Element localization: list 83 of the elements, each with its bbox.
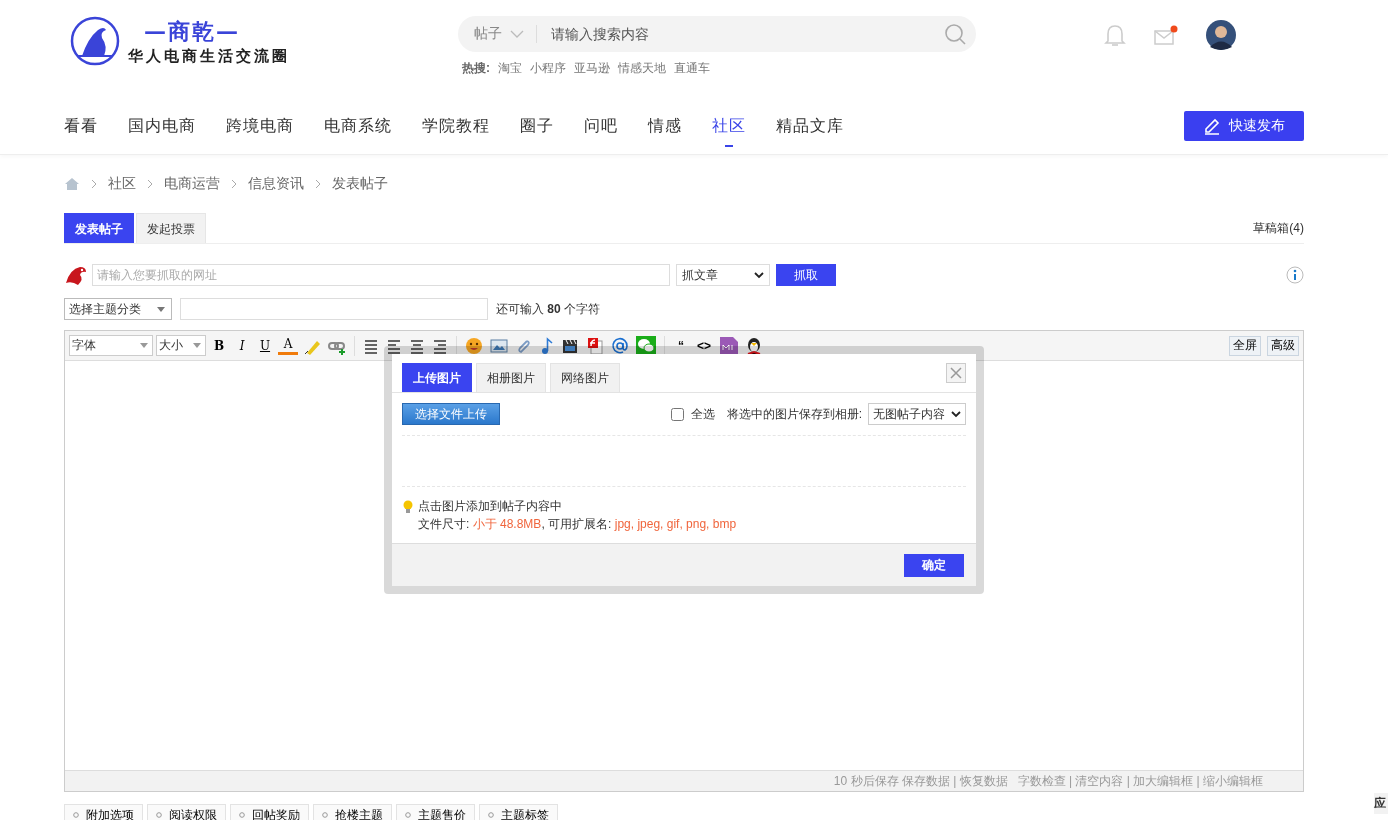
logo-title: —商乾— <box>143 16 241 46</box>
nav-tab[interactable]: 情感 <box>648 107 682 145</box>
home-icon <box>64 177 80 191</box>
pencil-icon <box>1203 117 1221 135</box>
select-all-label[interactable]: 全选 <box>690 405 715 423</box>
chevron-down-icon <box>754 271 764 279</box>
advanced-button[interactable]: 高级 <box>1267 335 1299 356</box>
ring-icon <box>156 812 162 818</box>
caret-icon <box>193 343 201 348</box>
confirm-button[interactable]: 确定 <box>904 553 964 577</box>
side-tab[interactable]: 应 <box>1374 793 1388 814</box>
option-tab[interactable]: 阅读权限 <box>147 804 226 820</box>
close-icon[interactable] <box>946 363 966 383</box>
nav-tab[interactable]: 精品文库 <box>776 107 844 145</box>
nav-tab[interactable]: 跨境电商 <box>226 107 294 145</box>
avatar-icon[interactable] <box>1206 20 1236 50</box>
hot-search-link[interactable]: 小程序 <box>530 60 566 77</box>
option-tab[interactable]: 回帖奖励 <box>230 804 309 820</box>
nav-tab[interactable]: 社区 <box>712 107 746 145</box>
nav-tab[interactable]: 电商系统 <box>324 107 392 145</box>
underline-button[interactable]: U <box>255 335 275 356</box>
ring-icon <box>73 812 79 818</box>
hot-search-link[interactable]: 亚马逊 <box>574 60 610 77</box>
breadcrumb-link[interactable]: 社区 <box>108 175 136 193</box>
save-to-album-label: 将选中的图片保存到相册: <box>726 405 862 423</box>
breadcrumb-link[interactable]: 信息资讯 <box>248 175 304 193</box>
select-all-checkbox[interactable] <box>670 407 684 421</box>
dialog-tab[interactable]: 上传图片 <box>402 363 472 392</box>
ring-icon <box>239 812 245 818</box>
breadcrumb-link[interactable]: 电商运营 <box>164 175 220 193</box>
dialog-tab[interactable]: 相册图片 <box>476 363 546 392</box>
album-select[interactable]: 无图帖子内容 <box>868 403 966 425</box>
hot-search-label: 热搜: <box>462 60 490 77</box>
breadcrumb-link[interactable]: 发表帖子 <box>332 175 388 193</box>
caret-icon <box>140 343 148 348</box>
fullscreen-button[interactable]: 全屏 <box>1229 335 1261 356</box>
hot-search-link[interactable]: 直通车 <box>674 60 710 77</box>
size-select[interactable]: 大小 <box>156 335 206 356</box>
dialog-tab[interactable]: 网络图片 <box>550 363 620 392</box>
hot-search-link[interactable]: 情感天地 <box>618 60 666 77</box>
ring-icon <box>488 812 494 818</box>
editor-status-text: 10 秒后保存 保存数据 | 恢复数据 字数检查 | 清空内容 | 加大编辑框 | 缩小编辑框 <box>833 772 1263 790</box>
title-input-field[interactable] <box>180 298 488 320</box>
option-tab[interactable]: 主题标签 <box>479 804 558 820</box>
text-color-button[interactable]: A <box>278 336 298 355</box>
upload-tip-text: 点击图片添加到帖子内容中 <box>418 498 563 515</box>
quick-publish-button[interactable]: 快速发布 <box>1184 111 1304 141</box>
chevron-down-icon <box>951 410 961 418</box>
mail-icon[interactable] <box>1154 25 1178 45</box>
option-tab[interactable]: 附加选项 <box>64 804 143 820</box>
remaining-characters-text: 还可输入 80 个字符 <box>496 300 601 318</box>
chevron-right-icon <box>315 179 321 189</box>
chevron-down-icon <box>510 29 524 39</box>
info-icon[interactable] <box>1286 266 1304 284</box>
chevron-right-icon <box>91 179 97 189</box>
nav-tab[interactable]: 学院教程 <box>422 107 490 145</box>
caret-icon <box>157 306 165 312</box>
chevron-right-icon <box>147 179 153 189</box>
nav-tab[interactable]: 看看 <box>64 107 98 145</box>
lightbulb-icon <box>402 500 414 514</box>
hot-search-link[interactable]: 淘宝 <box>498 60 522 77</box>
url-input-field[interactable]: 请输入您要抓取的网址 <box>92 264 670 286</box>
nav-tab[interactable]: 问吧 <box>584 107 618 145</box>
category-select[interactable]: 选择主题分类 <box>64 298 172 320</box>
post-type-tab[interactable]: 发起投票 <box>136 213 206 243</box>
nav-tab[interactable]: 圈子 <box>520 107 554 145</box>
ring-icon <box>405 812 411 818</box>
grab-mode-select[interactable]: 抓文章 <box>676 264 770 286</box>
option-tab[interactable]: 抢楼主题 <box>313 804 392 820</box>
code-button[interactable]: <> <box>694 335 714 356</box>
ring-icon <box>322 812 328 818</box>
quote-button[interactable]: “ <box>671 335 691 356</box>
file-size-text: 文件尺寸: 小于 48.8MB, 可用扩展名: jpg, jpeg, gif, png, bmp <box>418 516 737 533</box>
grab-button[interactable]: 抓取 <box>776 264 836 286</box>
logo-subtitle: 华人电商生活交流圈 <box>128 46 290 66</box>
nav-tab[interactable]: 国内电商 <box>128 107 196 145</box>
bold-button[interactable]: B <box>209 335 229 356</box>
font-select[interactable]: 字体 <box>69 335 153 356</box>
chevron-right-icon <box>231 179 237 189</box>
italic-button[interactable]: I <box>232 335 252 356</box>
drafts-link[interactable]: 草稿箱(4) <box>1253 219 1304 237</box>
post-type-tab[interactable]: 发表帖子 <box>64 213 134 243</box>
option-tab[interactable]: 主题售价 <box>396 804 475 820</box>
